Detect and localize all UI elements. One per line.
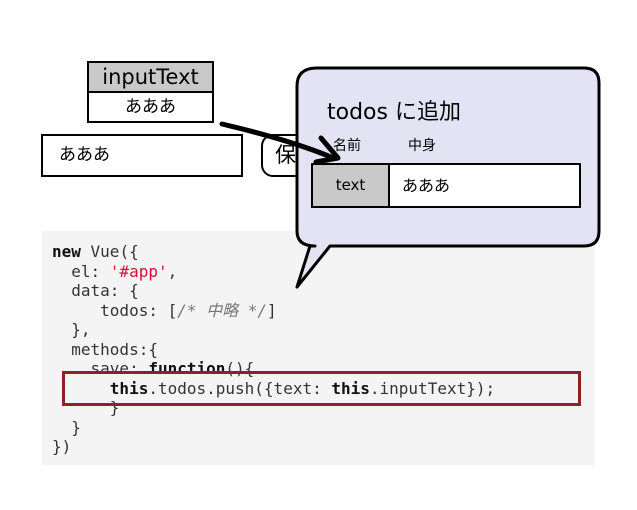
column-header-content: 中身 (408, 138, 436, 154)
column-header-name: 名前 (333, 138, 361, 154)
popup-title: todos に追加 (327, 100, 461, 125)
row-key-cell: text (311, 163, 390, 208)
row-value-cell: あああ (388, 163, 581, 208)
diagram-overlay (219, 66, 601, 289)
